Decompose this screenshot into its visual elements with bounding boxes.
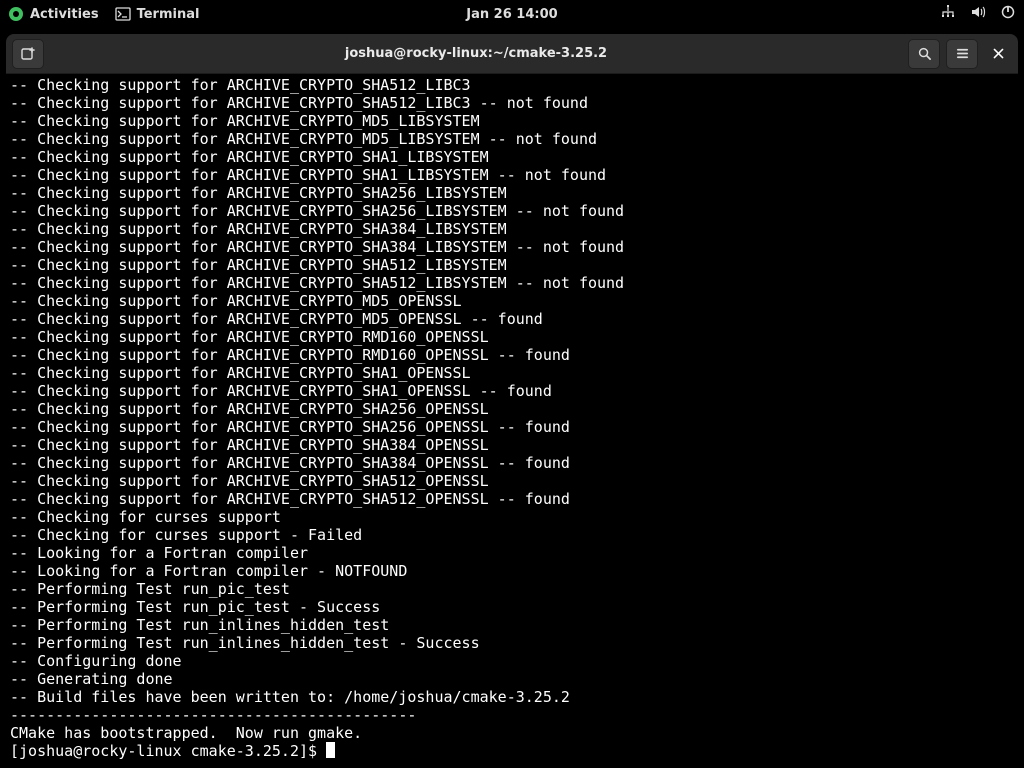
terminal-line: -- Checking for curses support - Failed xyxy=(10,526,1014,544)
terminal-line: -- Checking support for ARCHIVE_CRYPTO_S… xyxy=(10,94,1014,112)
terminal-line: -- Checking support for ARCHIVE_CRYPTO_S… xyxy=(10,148,1014,166)
terminal-line: -- Checking support for ARCHIVE_CRYPTO_S… xyxy=(10,454,1014,472)
terminal-prompt: [joshua@rocky-linux cmake-3.25.2]$ xyxy=(10,742,326,760)
activities-label: Activities xyxy=(30,7,99,22)
terminal-line: -- Checking support for ARCHIVE_CRYPTO_S… xyxy=(10,220,1014,238)
terminal-line: -- Checking support for ARCHIVE_CRYPTO_S… xyxy=(10,472,1014,490)
terminal-line: -- Configuring done xyxy=(10,652,1014,670)
terminal-line: -- Checking support for ARCHIVE_CRYPTO_S… xyxy=(10,202,1014,220)
app-menu-button[interactable]: Terminal xyxy=(115,6,200,22)
terminal-line: -- Checking support for ARCHIVE_CRYPTO_S… xyxy=(10,184,1014,202)
network-icon[interactable] xyxy=(940,4,956,24)
terminal-line: -- Performing Test run_inlines_hidden_te… xyxy=(10,616,1014,634)
headerbar: joshua@rocky-linux:~/cmake-3.25.2 xyxy=(6,34,1018,74)
close-button[interactable] xyxy=(984,40,1012,68)
terminal-line: ----------------------------------------… xyxy=(10,706,1014,724)
gnome-top-bar: Activities Terminal Jan 26 14:00 xyxy=(0,0,1024,28)
window-title: joshua@rocky-linux:~/cmake-3.25.2 xyxy=(44,46,908,61)
terminal-viewport[interactable]: -- Checking support for ARCHIVE_CRYPTO_S… xyxy=(6,74,1018,768)
app-menu-label: Terminal xyxy=(137,7,200,22)
terminal-app-icon xyxy=(115,6,131,22)
activities-button[interactable]: Activities xyxy=(8,6,99,22)
terminal-line: -- Checking support for ARCHIVE_CRYPTO_S… xyxy=(10,418,1014,436)
new-tab-button[interactable] xyxy=(12,39,44,69)
menu-button[interactable] xyxy=(946,39,978,69)
terminal-line: -- Performing Test run_pic_test - Succes… xyxy=(10,598,1014,616)
terminal-line: -- Checking support for ARCHIVE_CRYPTO_R… xyxy=(10,346,1014,364)
terminal-line: -- Checking support for ARCHIVE_CRYPTO_S… xyxy=(10,274,1014,292)
terminal-line: -- Checking support for ARCHIVE_CRYPTO_S… xyxy=(10,256,1014,274)
terminal-line: -- Performing Test run_inlines_hidden_te… xyxy=(10,634,1014,652)
clock[interactable]: Jan 26 14:00 xyxy=(466,7,557,22)
terminal-line: -- Checking support for ARCHIVE_CRYPTO_S… xyxy=(10,166,1014,184)
search-icon xyxy=(917,46,932,61)
distro-logo-icon xyxy=(8,6,24,22)
terminal-line: CMake has bootstrapped. Now run gmake. xyxy=(10,724,1014,742)
terminal-line: -- Checking support for ARCHIVE_CRYPTO_M… xyxy=(10,112,1014,130)
close-icon xyxy=(992,47,1005,60)
new-tab-icon xyxy=(20,46,36,62)
terminal-line: -- Checking support for ARCHIVE_CRYPTO_R… xyxy=(10,328,1014,346)
terminal-line: -- Checking support for ARCHIVE_CRYPTO_M… xyxy=(10,310,1014,328)
terminal-window: joshua@rocky-linux:~/cmake-3.25.2 xyxy=(6,34,1018,768)
volume-icon[interactable] xyxy=(970,4,986,24)
terminal-line: -- Looking for a Fortran compiler - NOTF… xyxy=(10,562,1014,580)
search-button[interactable] xyxy=(908,39,940,69)
terminal-cursor xyxy=(326,742,335,758)
terminal-line: -- Checking support for ARCHIVE_CRYPTO_S… xyxy=(10,238,1014,256)
terminal-line: -- Checking support for ARCHIVE_CRYPTO_M… xyxy=(10,130,1014,148)
terminal-line: -- Performing Test run_pic_test xyxy=(10,580,1014,598)
terminal-line: -- Checking support for ARCHIVE_CRYPTO_S… xyxy=(10,364,1014,382)
terminal-line: -- Looking for a Fortran compiler xyxy=(10,544,1014,562)
terminal-line: -- Checking support for ARCHIVE_CRYPTO_S… xyxy=(10,76,1014,94)
terminal-line: -- Checking support for ARCHIVE_CRYPTO_S… xyxy=(10,382,1014,400)
terminal-line: -- Checking support for ARCHIVE_CRYPTO_M… xyxy=(10,292,1014,310)
power-icon[interactable] xyxy=(1000,4,1016,24)
terminal-line: -- Checking support for ARCHIVE_CRYPTO_S… xyxy=(10,436,1014,454)
terminal-line: -- Checking support for ARCHIVE_CRYPTO_S… xyxy=(10,400,1014,418)
terminal-line: -- Checking for curses support xyxy=(10,508,1014,526)
terminal-line: -- Generating done xyxy=(10,670,1014,688)
terminal-prompt-line[interactable]: [joshua@rocky-linux cmake-3.25.2]$ xyxy=(10,742,1014,760)
hamburger-icon xyxy=(955,46,970,61)
terminal-line: -- Build files have been written to: /ho… xyxy=(10,688,1014,706)
terminal-line: -- Checking support for ARCHIVE_CRYPTO_S… xyxy=(10,490,1014,508)
